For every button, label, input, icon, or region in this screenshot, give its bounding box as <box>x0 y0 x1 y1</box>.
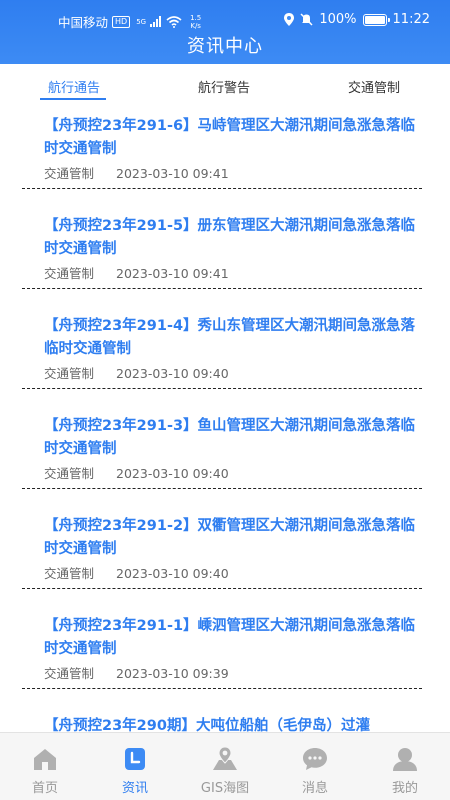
app-header: 中国移动 HD 5G 1.5 K/s 100% 11:22 资讯中心 <box>0 0 450 64</box>
tabbar-messages[interactable]: 消息 <box>270 733 360 800</box>
battery-fill <box>364 15 385 24</box>
notice-category: 交通管制 <box>44 466 95 481</box>
dashed-divider <box>22 388 422 389</box>
battery-percent: 100% <box>319 12 357 27</box>
network-label: 5G <box>136 17 147 26</box>
list-item[interactable]: 【舟预控23年291-3】鱼山管理区大潮汛期间急涨急落临时交通管制 交通管制 20… <box>0 404 450 504</box>
mute-icon <box>300 13 313 26</box>
notice-meta: 交通管制 2023-03-10 09:40 <box>44 363 229 382</box>
net-speed: 1.5 K/s <box>190 14 201 30</box>
active-tab-indicator <box>40 98 106 100</box>
list-item[interactable]: 【舟预控23年291-5】册东管理区大潮汛期间急涨急落临时交通管制 交通管制 20… <box>0 204 450 304</box>
wifi-icon <box>166 15 182 28</box>
net-speed-unit: K/s <box>190 21 201 30</box>
tabbar-news[interactable]: 资讯 <box>90 733 180 800</box>
list-item[interactable]: 【舟预控23年291-1】嵊泗管理区大潮汛期间急涨急落临时交通管制 交通管制 20… <box>0 604 450 704</box>
signal-icon <box>150 16 162 27</box>
notice-title: 【舟预控23年291-3】鱼山管理区大潮汛期间急涨急落临时交通管制 <box>44 418 416 457</box>
bottom-tabbar: 首页 资讯 GIS海图 消息 我的 <box>0 732 450 800</box>
news-icon <box>125 748 145 770</box>
notice-title: 【舟预控23年291-4】秀山东管理区大潮汛期间急涨急落临时交通管制 <box>44 318 416 357</box>
net-speed-value: 1.5 <box>190 13 202 22</box>
battery-icon <box>362 13 390 26</box>
tab-navigation-notice[interactable]: 航行通告 <box>48 77 100 96</box>
tabbar-profile[interactable]: 我的 <box>360 733 450 800</box>
dashed-divider <box>22 688 422 689</box>
location-icon <box>284 13 295 26</box>
notice-category: 交通管制 <box>44 266 95 281</box>
notice-title: 【舟预控23年291-1】嵊泗管理区大潮汛期间急涨急落临时交通管制 <box>44 618 416 657</box>
notice-meta: 交通管制 2023-03-10 09:41 <box>44 163 229 182</box>
dashed-divider <box>22 188 422 189</box>
profile-icon <box>393 748 417 771</box>
page-title: 资讯中心 <box>187 36 263 57</box>
tabbar-label: 消息 <box>301 781 328 796</box>
notice-meta: 交通管制 2023-03-10 09:40 <box>44 563 229 582</box>
notice-time: 2023-03-10 09:40 <box>116 566 229 581</box>
notice-category: 交通管制 <box>44 366 95 381</box>
notice-title: 【舟预控23年290期】大吨位船舶（毛伊岛）过灌 <box>44 718 370 732</box>
dashed-divider <box>22 588 422 589</box>
tabbar-label: 我的 <box>391 781 418 796</box>
tabbar-label: GIS海图 <box>200 781 250 796</box>
tabbar-label: 首页 <box>31 781 58 796</box>
tabbar-label: 资讯 <box>121 781 148 796</box>
home-icon <box>34 749 56 770</box>
notice-list[interactable]: 【舟预控23年291-6】马峙管理区大潮汛期间急涨急落临时交通管制 交通管制 20… <box>0 104 450 732</box>
notice-meta: 交通管制 2023-03-10 09:40 <box>44 463 229 482</box>
notice-time: 2023-03-10 09:40 <box>116 366 229 381</box>
notice-category: 交通管制 <box>44 666 95 681</box>
dashed-divider <box>22 288 422 289</box>
notice-title: 【舟预控23年291-6】马峙管理区大潮汛期间急涨急落临时交通管制 <box>44 118 416 157</box>
tabbar-home[interactable]: 首页 <box>0 733 90 800</box>
tabbar-gis-map[interactable]: GIS海图 <box>180 733 270 800</box>
list-item[interactable]: 【舟预控23年290期】大吨位船舶（毛伊岛）过灌 <box>0 704 450 732</box>
notice-time: 2023-03-10 09:40 <box>116 466 229 481</box>
notice-title: 【舟预控23年291-5】册东管理区大潮汛期间急涨急落临时交通管制 <box>44 218 416 257</box>
list-item[interactable]: 【舟预控23年291-6】马峙管理区大潮汛期间急涨急落临时交通管制 交通管制 20… <box>0 104 450 204</box>
list-item[interactable]: 【舟预控23年291-2】双衢管理区大潮汛期间急涨急落临时交通管制 交通管制 20… <box>0 504 450 604</box>
clock: 11:22 <box>392 12 430 27</box>
map-icon <box>213 746 237 770</box>
tab-navigation-warning[interactable]: 航行警告 <box>198 77 250 96</box>
notice-meta: 交通管制 2023-03-10 09:41 <box>44 263 229 282</box>
list-item[interactable]: 【舟预控23年291-4】秀山东管理区大潮汛期间急涨急落临时交通管制 交通管制 2… <box>0 304 450 404</box>
notice-category: 交通管制 <box>44 166 95 181</box>
notice-time: 2023-03-10 09:41 <box>116 166 229 181</box>
notice-time: 2023-03-10 09:41 <box>116 266 229 281</box>
carrier-label: 中国移动 <box>58 15 109 30</box>
dashed-divider <box>22 488 422 489</box>
notice-title: 【舟预控23年291-2】双衢管理区大潮汛期间急涨急落临时交通管制 <box>44 518 416 557</box>
tab-traffic-control[interactable]: 交通管制 <box>348 77 400 96</box>
hd-badge: HD <box>112 15 131 28</box>
notice-category: 交通管制 <box>44 566 95 581</box>
notice-meta: 交通管制 2023-03-10 09:39 <box>44 663 229 682</box>
notice-time: 2023-03-10 09:39 <box>116 666 229 681</box>
status-bar: 中国移动 HD 5G 1.5 K/s 100% 11:22 <box>0 0 450 36</box>
message-icon <box>303 748 327 770</box>
